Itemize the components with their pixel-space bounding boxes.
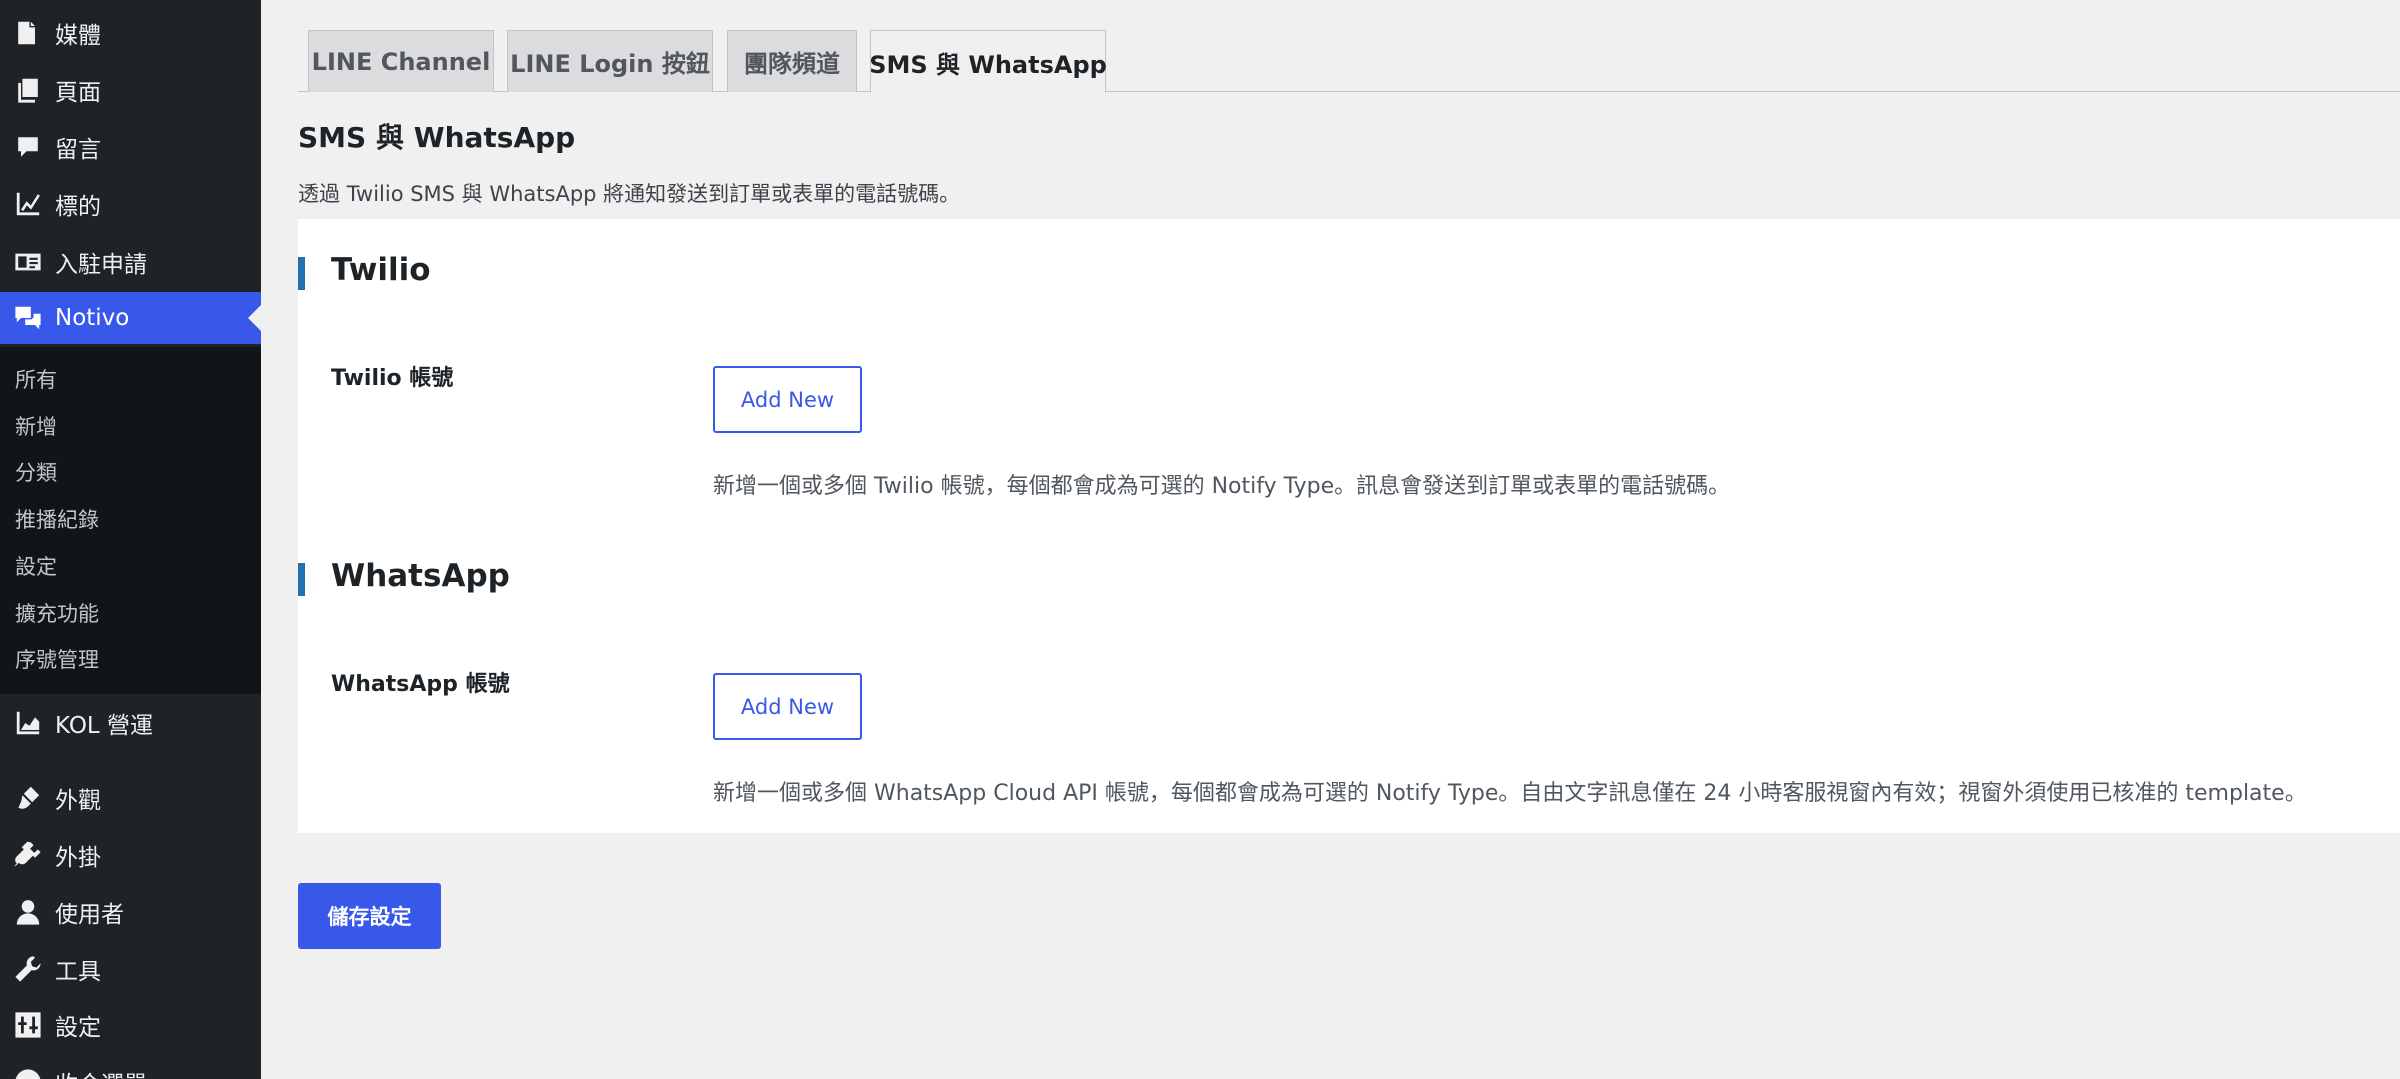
sidebar-item-tools[interactable]: 工具 bbox=[0, 943, 261, 995]
sidebar-item-label: 頁面 bbox=[55, 80, 101, 106]
submenu-item-push-log[interactable]: 推播紀錄 bbox=[15, 500, 99, 540]
sidebar-item-plugins[interactable]: 外掛 bbox=[0, 829, 261, 881]
twilio-accounts-label: Twilio 帳號 bbox=[331, 366, 454, 391]
sidebar-item-notivo[interactable]: Notivo bbox=[0, 292, 261, 344]
submenu-item-license[interactable]: 序號管理 bbox=[15, 640, 99, 680]
section-accent-bar bbox=[298, 257, 305, 290]
settings-tabs: LINE Channel LINE Login 按鈕 團隊頻道 SMS 與 Wh… bbox=[298, 30, 2400, 93]
wrench-icon bbox=[0, 943, 55, 995]
sidebar-item-label: 收合選單 bbox=[55, 1065, 147, 1079]
page-title: SMS 與 WhatsApp bbox=[298, 121, 576, 154]
sidebar-item-label: 外掛 bbox=[55, 845, 101, 871]
media-icon bbox=[0, 7, 55, 59]
brush-icon bbox=[0, 772, 55, 824]
sidebar-item-label: 設定 bbox=[55, 1015, 101, 1041]
chart-area-icon bbox=[0, 697, 55, 749]
sidebar-item-label: 外觀 bbox=[55, 788, 101, 814]
sidebar-item-kol[interactable]: KOL 營運 bbox=[0, 697, 261, 749]
sidebar-item-pages[interactable]: 頁面 bbox=[0, 64, 261, 116]
pages-icon bbox=[0, 64, 55, 116]
submenu-item-settings[interactable]: 設定 bbox=[15, 547, 57, 587]
whatsapp-help-text: 新增一個或多個 WhatsApp Cloud API 帳號，每個都會成為可選的 … bbox=[713, 781, 2307, 806]
settings-panel: Twilio Twilio 帳號 Add New 新增一個或多個 Twilio … bbox=[298, 219, 2400, 833]
sidebar-item-comments[interactable]: 留言 bbox=[0, 121, 261, 173]
tab-team-channel[interactable]: 團隊頻道 bbox=[727, 30, 857, 92]
admin-sidebar: 媒體 頁面 留言 標的 入駐申請 Notivo 所有 新增 分類 推播紀錄 設定… bbox=[0, 0, 261, 1079]
sidebar-item-label: 入駐申請 bbox=[55, 252, 147, 278]
submenu-item-categories[interactable]: 分類 bbox=[15, 453, 57, 493]
twilio-add-new-button[interactable]: Add New bbox=[713, 366, 862, 433]
sidebar-item-targets[interactable]: 標的 bbox=[0, 178, 261, 230]
tab-sms-whatsapp[interactable]: SMS 與 WhatsApp bbox=[869, 30, 1107, 93]
submenu-item-extensions[interactable]: 擴充功能 bbox=[15, 594, 99, 634]
settings-sliders-icon bbox=[0, 999, 55, 1051]
section-title-twilio: Twilio bbox=[331, 252, 431, 288]
tab-line-channel[interactable]: LINE Channel bbox=[308, 30, 494, 92]
sidebar-item-label: Notivo bbox=[55, 305, 130, 331]
submenu-item-all[interactable]: 所有 bbox=[15, 360, 57, 400]
save-settings-button[interactable]: 儲存設定 bbox=[298, 883, 441, 949]
notivo-submenu: 所有 新增 分類 推播紀錄 設定 擴充功能 序號管理 bbox=[0, 347, 261, 694]
sidebar-item-label: 標的 bbox=[55, 194, 101, 220]
plugin-icon bbox=[0, 829, 55, 881]
sidebar-item-media[interactable]: 媒體 bbox=[0, 7, 261, 59]
page-description: 透過 Twilio SMS 與 WhatsApp 將通知發送到訂單或表單的電話號… bbox=[298, 182, 961, 206]
whatsapp-accounts-label: WhatsApp 帳號 bbox=[331, 672, 510, 697]
user-icon bbox=[0, 886, 55, 938]
sidebar-item-label: KOL 營運 bbox=[55, 713, 154, 739]
submenu-item-add-new[interactable]: 新增 bbox=[15, 407, 57, 447]
whatsapp-add-new-button[interactable]: Add New bbox=[713, 673, 862, 740]
sidebar-item-applications[interactable]: 入駐申請 bbox=[0, 236, 261, 288]
sidebar-item-label: 使用者 bbox=[55, 902, 124, 928]
section-accent-bar bbox=[298, 563, 305, 596]
sidebar-item-label: 工具 bbox=[55, 959, 101, 985]
twilio-help-text: 新增一個或多個 Twilio 帳號，每個都會成為可選的 Notify Type。… bbox=[713, 474, 1731, 499]
chart-line-icon bbox=[0, 178, 55, 230]
sidebar-item-users[interactable]: 使用者 bbox=[0, 886, 261, 938]
sidebar-item-label: 媒體 bbox=[55, 23, 101, 49]
sidebar-item-label: 留言 bbox=[55, 137, 101, 163]
sidebar-item-appearance[interactable]: 外觀 bbox=[0, 772, 261, 824]
collapse-icon bbox=[0, 1056, 55, 1079]
chat-bubbles-icon bbox=[0, 292, 55, 344]
tab-line-login-button[interactable]: LINE Login 按鈕 bbox=[507, 30, 713, 92]
comments-icon bbox=[0, 121, 55, 173]
section-title-whatsapp: WhatsApp bbox=[331, 558, 510, 594]
sidebar-item-settings[interactable]: 設定 bbox=[0, 999, 261, 1051]
id-card-icon bbox=[0, 236, 55, 288]
sidebar-item-collapse[interactable]: 收合選單 bbox=[0, 1056, 261, 1079]
